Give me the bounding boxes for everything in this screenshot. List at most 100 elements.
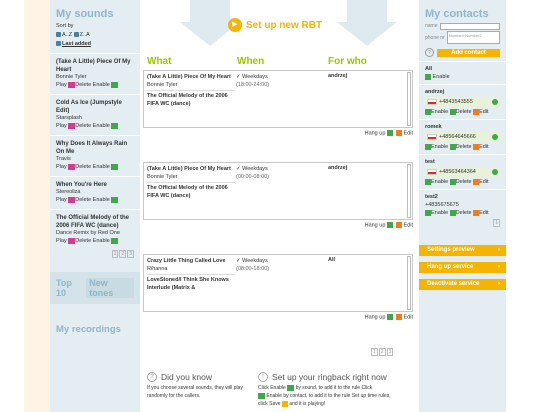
name-field[interactable] <box>439 22 500 30</box>
enable-button[interactable]: Enable <box>431 109 448 115</box>
name-label: name <box>425 23 438 29</box>
delete-button[interactable]: Delete <box>456 179 472 185</box>
hang-up-button[interactable]: Hang up <box>365 222 386 228</box>
enable-button[interactable]: Enable <box>93 197 110 203</box>
phone-field[interactable]: Number/ Number2 <box>446 31 500 44</box>
delete-button[interactable]: Delete <box>75 164 91 170</box>
enable-button[interactable]: Enable <box>93 238 110 244</box>
enable-button[interactable]: Enable <box>431 179 448 185</box>
play-button[interactable]: Play <box>56 164 67 170</box>
hang-up-icon[interactable] <box>386 314 393 320</box>
tab-new-tones[interactable]: New tones <box>86 278 134 298</box>
page-link[interactable]: 1 <box>111 250 119 258</box>
edit-icon[interactable] <box>395 130 402 136</box>
settings-preview-button[interactable]: Settings preview › <box>419 245 506 256</box>
last-added-icon[interactable] <box>56 41 61 47</box>
page-link[interactable]: 1 <box>371 348 378 356</box>
rule-time: (00:00-08:00) <box>236 174 270 180</box>
enable-button[interactable]: Enable <box>431 210 448 216</box>
edit-button[interactable]: Edit <box>479 109 488 115</box>
list-item: All Enable <box>419 61 506 84</box>
sort-az-icon[interactable] <box>56 32 61 38</box>
list-item: romek +48564645666 Enable Delete Edit <box>419 119 506 154</box>
enable-button[interactable]: Enable <box>431 144 448 150</box>
page-link[interactable]: 2 <box>119 250 127 258</box>
top-tabs: Top 10 New tones <box>50 272 140 304</box>
play-button[interactable]: Play <box>56 82 67 88</box>
col-header-for-who: For who <box>328 56 367 67</box>
scrollbar[interactable] <box>407 256 411 310</box>
sort-za-icon[interactable] <box>73 32 79 38</box>
help-icon[interactable]: ? <box>425 48 434 57</box>
delete-button[interactable]: Delete <box>456 144 472 150</box>
enable-button[interactable]: Enable <box>433 74 450 80</box>
hang-up-service-label: Hang up service <box>427 264 474 270</box>
edit-button[interactable]: Edit <box>404 222 413 228</box>
enable-button[interactable]: Enable <box>93 82 110 88</box>
contact-number: +48563464364 <box>439 169 476 175</box>
scrollbar[interactable] <box>407 164 411 218</box>
enable-icon[interactable] <box>111 122 119 129</box>
tab-top10[interactable]: Top 10 <box>56 278 82 298</box>
contact-name: andrzej <box>425 89 445 95</box>
sort-az-link[interactable]: A..Z <box>62 32 72 38</box>
setup-ringback-box: ! Set up your ringback right now Click En… <box>258 372 418 408</box>
phone-icon[interactable] <box>492 134 498 140</box>
edit-button[interactable]: Edit <box>479 179 488 185</box>
scrollbar[interactable] <box>407 72 411 126</box>
rule-days: Weekdays <box>242 258 268 264</box>
hang-up-button[interactable]: Hang up <box>365 130 386 136</box>
hang-up-service-button[interactable]: Hang up service › <box>419 262 506 273</box>
enable-icon[interactable] <box>111 196 119 203</box>
my-sounds-panel: My sounds Sort by A..Z Z..A Last added (… <box>50 0 140 412</box>
edit-icon[interactable] <box>395 314 402 320</box>
page-link[interactable]: 3 <box>386 348 394 356</box>
page-link[interactable]: 2 <box>378 348 386 356</box>
last-added-link[interactable]: Last added <box>62 41 91 47</box>
rules-pager: 123 <box>370 348 394 356</box>
did-you-know-text: If you choose several sounds, they will … <box>147 385 243 399</box>
tab-my-recordings[interactable]: My recordings <box>50 318 140 341</box>
enable-icon[interactable] <box>111 163 119 170</box>
setup-text: Enable by contact, to add it to the rule… <box>266 393 391 399</box>
enable-button[interactable]: Enable <box>93 123 110 129</box>
delete-button[interactable]: Delete <box>75 197 91 203</box>
setup-new-rbt-button[interactable]: ▶ Set up new RBT <box>228 18 322 32</box>
edit-button[interactable]: Edit <box>404 314 413 320</box>
deactivate-service-button[interactable]: Deactivate service › <box>419 279 506 290</box>
phone-icon[interactable] <box>492 99 498 105</box>
edit-icon[interactable] <box>395 222 402 228</box>
delete-button[interactable]: Delete <box>75 82 91 88</box>
add-contact-button[interactable]: Add contact <box>437 48 500 57</box>
rule-song-title: The Official Melody of the 2006 FIFA WC … <box>147 93 228 107</box>
delete-button[interactable]: Delete <box>75 238 91 244</box>
play-button[interactable]: Play <box>56 238 67 244</box>
page-link[interactable]: 1 <box>493 219 500 227</box>
song-title: Cold As Ice (Jumpstyle Edit) <box>56 100 122 114</box>
rule-song-artist: Bonnie Tyler <box>147 174 178 180</box>
list-item: test +48563464364 Enable Delete Edit <box>419 154 506 189</box>
play-button[interactable]: Play <box>56 123 67 129</box>
song-title: The Official Melody of the 2006 FIFA WC … <box>56 215 130 229</box>
hang-up-button[interactable]: Hang up <box>365 314 386 320</box>
page-link[interactable]: 3 <box>127 250 134 258</box>
edit-button[interactable]: Edit <box>479 144 488 150</box>
song-title: Why Does It Always Rain On Me <box>56 141 128 155</box>
hang-up-icon[interactable] <box>386 130 393 136</box>
play-button[interactable]: Play <box>56 197 67 203</box>
rule-song-title: (Take A Little) Piece Of My Heart <box>147 166 231 172</box>
enable-icon[interactable] <box>111 237 119 244</box>
delete-button[interactable]: Delete <box>456 109 472 115</box>
hang-up-icon[interactable] <box>386 222 393 228</box>
edit-button[interactable]: Edit <box>479 210 488 216</box>
rule-song-title: (Take A Little) Piece Of My Heart <box>147 74 231 80</box>
contact-name: romek <box>425 124 442 130</box>
sort-za-link[interactable]: Z..A <box>80 32 90 38</box>
delete-button[interactable]: Delete <box>456 210 472 216</box>
enable-icon[interactable] <box>111 81 119 88</box>
enable-icon[interactable] <box>425 73 431 80</box>
edit-button[interactable]: Edit <box>404 130 413 136</box>
phone-icon[interactable] <box>492 169 498 175</box>
delete-button[interactable]: Delete <box>75 123 91 129</box>
enable-button[interactable]: Enable <box>93 164 110 170</box>
